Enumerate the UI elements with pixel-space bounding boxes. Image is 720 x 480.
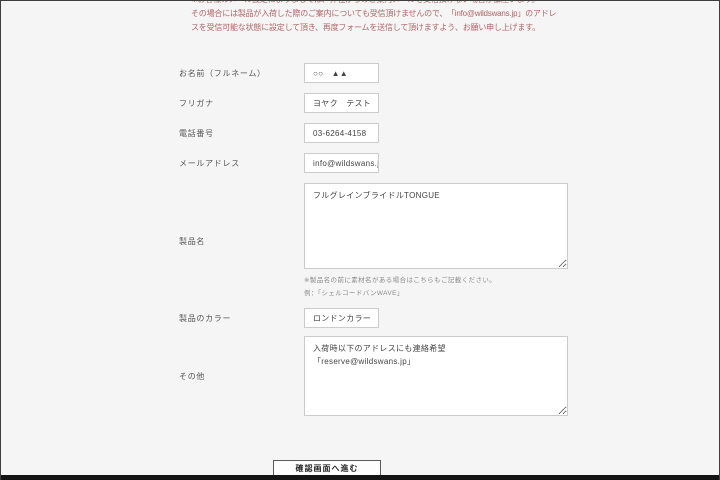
product-color-input[interactable] xyxy=(304,308,379,328)
product-color-label: 製品のカラー xyxy=(179,313,304,324)
form-row-email: メールアドレス xyxy=(179,153,599,173)
phone-input[interactable] xyxy=(304,123,379,143)
product-name-textarea[interactable]: フルグレインブライドルTONGUE xyxy=(304,183,568,269)
bottom-black-bar xyxy=(1,475,719,480)
form-row-phone: 電話番号 xyxy=(179,123,599,143)
product-name-notes: ※製品名の前に素材名がある場合はこちらもご記載ください。 例：「シェルコードバン… xyxy=(304,274,568,300)
email-label: メールアドレス xyxy=(179,158,304,169)
product-name-note-2: 例：「シェルコードバンWAVE」 xyxy=(304,287,568,300)
fullname-label: お名前（フルネーム） xyxy=(179,68,304,79)
other-textarea[interactable]: 入荷時以下のアドレスにも連絡希望 「reserve@wildswans.jp」 xyxy=(304,336,568,416)
form-row-furigana: フリガナ xyxy=(179,93,599,113)
email-input[interactable] xyxy=(304,153,379,173)
form-row-product-name: 製品名 フルグレインブライドルTONGUE ※製品名の前に素材名がある場合はこち… xyxy=(179,183,599,300)
form-row-fullname: お名前（フルネーム） xyxy=(179,63,599,83)
mail-reception-notice: ※お客様のメール設定によりましては、弊社からのご案内メールを受信頂けない場合が御… xyxy=(191,0,576,35)
furigana-input[interactable] xyxy=(304,93,379,113)
form-row-other: その他 入荷時以下のアドレスにも連絡希望 「reserve@wildswans.… xyxy=(179,336,599,416)
product-name-label: 製品名 xyxy=(179,236,304,247)
fullname-input[interactable] xyxy=(304,63,379,83)
form-row-product-color: 製品のカラー xyxy=(179,308,599,328)
page: ※お客様のメール設定によりましては、弊社からのご案内メールを受信頂けない場合が御… xyxy=(0,0,720,480)
product-name-field: フルグレインブライドルTONGUE ※製品名の前に素材名がある場合はこちらもご記… xyxy=(304,183,568,300)
phone-label: 電話番号 xyxy=(179,128,304,139)
other-label: その他 xyxy=(179,371,304,382)
reservation-form: お名前（フルネーム） フリガナ 電話番号 メールアドレス 製品名 フルグレインブ… xyxy=(179,63,599,478)
product-name-note-1: ※製品名の前に素材名がある場合はこちらもご記載ください。 xyxy=(304,274,568,287)
furigana-label: フリガナ xyxy=(179,98,304,109)
